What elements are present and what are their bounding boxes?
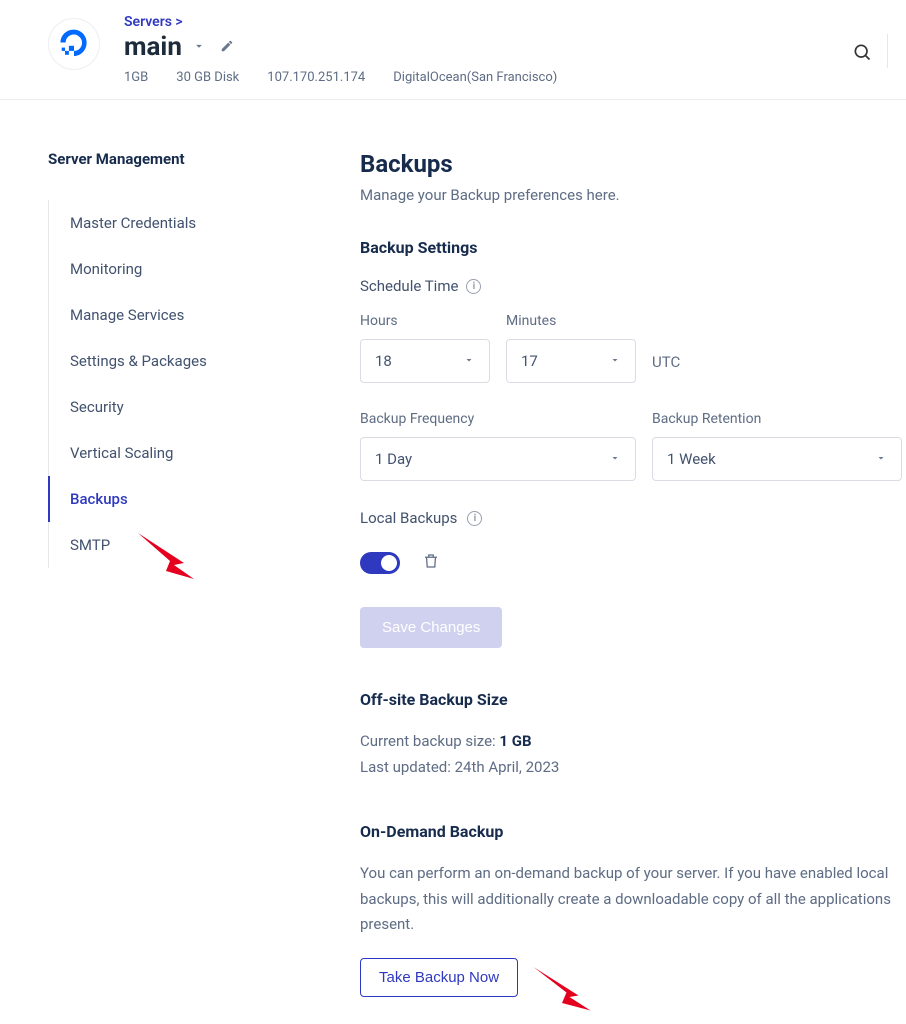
backup-retention-value: 1 Week <box>667 450 716 468</box>
sidebar-item-monitoring[interactable]: Monitoring <box>48 246 314 292</box>
offsite-updated: Last updated: 24th April, 2023 <box>360 758 559 776</box>
info-icon[interactable]: i <box>467 511 482 526</box>
minutes-value: 17 <box>521 352 538 370</box>
offsite-heading: Off-site Backup Size <box>360 690 906 709</box>
take-backup-now-button[interactable]: Take Backup Now <box>360 958 518 997</box>
edit-pencil-icon[interactable] <box>220 38 234 57</box>
sidebar-item-vertical-scaling[interactable]: Vertical Scaling <box>48 430 314 476</box>
offsite-size-value: 1 GB <box>499 732 531 750</box>
backup-retention-select[interactable]: 1 Week <box>652 437 902 481</box>
backup-settings-heading: Backup Settings <box>360 238 906 257</box>
search-icon[interactable] <box>852 42 872 66</box>
utc-label: UTC <box>652 353 680 383</box>
chevron-down-icon <box>463 352 475 370</box>
local-backups-toggle[interactable] <box>360 552 400 574</box>
sidebar-item-master-credentials[interactable]: Master Credentials <box>48 200 314 246</box>
chevron-down-icon <box>875 450 887 468</box>
minutes-label: Minutes <box>506 313 636 329</box>
header-divider <box>887 34 888 68</box>
sidebar-title: Server Management <box>48 150 314 168</box>
backup-frequency-label: Backup Frequency <box>360 411 636 427</box>
server-disk: 30 GB Disk <box>176 70 239 85</box>
server-ram: 1GB <box>124 70 148 85</box>
server-title: main <box>124 32 182 62</box>
hours-select[interactable]: 18 <box>360 339 490 383</box>
ondemand-text: You can perform an on-demand backup of y… <box>360 861 906 938</box>
local-backups-label: Local Backups <box>360 509 457 527</box>
chevron-down-icon[interactable] <box>192 38 206 57</box>
sidebar-item-smtp[interactable]: SMTP <box>48 522 314 568</box>
backup-frequency-value: 1 Day <box>375 450 412 468</box>
offsite-size-label: Current backup size: <box>360 732 499 750</box>
provider-logo <box>48 18 100 70</box>
schedule-time-label: Schedule Time <box>360 277 458 295</box>
backup-retention-label: Backup Retention <box>652 411 902 427</box>
server-provider: DigitalOcean(San Francisco) <box>393 70 557 85</box>
ondemand-heading: On-Demand Backup <box>360 822 906 841</box>
page-subtitle: Manage your Backup preferences here. <box>360 186 906 204</box>
sidebar-nav: Master Credentials Monitoring Manage Ser… <box>48 200 314 568</box>
info-icon[interactable]: i <box>466 279 481 294</box>
server-ip: 107.170.251.174 <box>267 70 365 85</box>
chevron-down-icon <box>609 450 621 468</box>
page-title: Backups <box>360 150 906 178</box>
sidebar-item-manage-services[interactable]: Manage Services <box>48 292 314 338</box>
chevron-down-icon <box>609 352 621 370</box>
save-changes-button[interactable]: Save Changes <box>360 607 502 648</box>
minutes-select[interactable]: 17 <box>506 339 636 383</box>
hours-label: Hours <box>360 313 490 329</box>
trash-icon[interactable] <box>422 551 440 575</box>
backup-frequency-select[interactable]: 1 Day <box>360 437 636 481</box>
hours-value: 18 <box>375 352 392 370</box>
breadcrumb[interactable]: Servers > <box>124 14 886 30</box>
sidebar-item-settings-packages[interactable]: Settings & Packages <box>48 338 314 384</box>
sidebar-item-security[interactable]: Security <box>48 384 314 430</box>
sidebar-item-backups[interactable]: Backups <box>48 476 314 522</box>
